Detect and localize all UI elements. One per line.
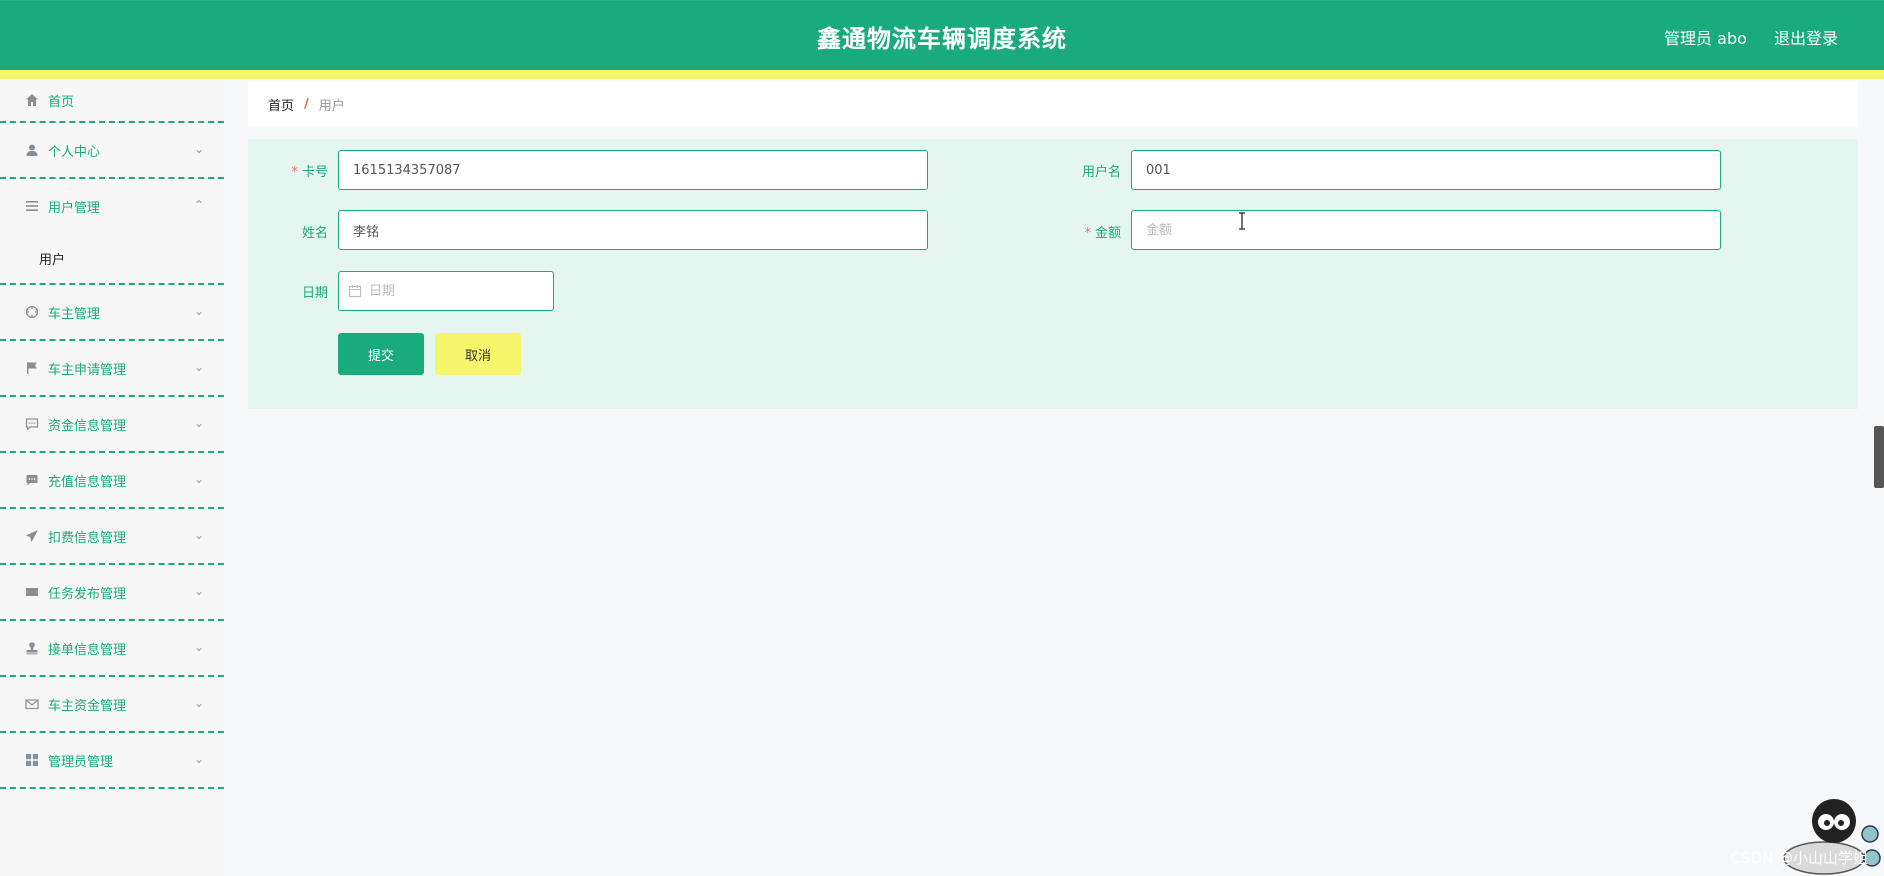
header-user-area: 管理员 abo 退出登录 (1642, 25, 1838, 49)
sidebar-item-owner-management[interactable]: 车主管理 ⌄ (0, 285, 224, 341)
chevron-down-icon: ⌄ (193, 416, 204, 430)
top-header: 鑫通物流车辆调度系统 管理员 abo 退出登录 (0, 0, 1884, 71)
chevron-down-icon: ⌄ (193, 696, 204, 710)
sidebar-group-user-management: 用户管理 ⌃ 用户 (0, 179, 224, 285)
date-field[interactable] (338, 271, 554, 311)
chevron-down-icon: ⌄ (193, 472, 204, 486)
menu-icon (24, 198, 40, 214)
watermark-text: CSDN @小山山学姐 (1730, 849, 1868, 867)
app-title: 鑫通物流车辆调度系统 (817, 25, 1067, 53)
breadcrumb: 首页 / 用户 (248, 81, 1858, 127)
page-scrollbar[interactable] (1874, 426, 1884, 488)
grid-icon (24, 752, 40, 768)
username-field[interactable] (1131, 150, 1721, 190)
chevron-down-icon: ⌄ (193, 360, 204, 374)
sidebar-item-recharge-info[interactable]: 充值信息管理 ⌄ (0, 453, 224, 509)
message-icon (24, 472, 40, 488)
card-no-label: * 卡号 (291, 165, 328, 180)
flag-icon (24, 360, 40, 376)
sidebar-item-label: 首页 (48, 94, 75, 110)
card-no-field[interactable] (338, 150, 928, 190)
cancel-button[interactable]: 取消 (435, 333, 521, 375)
ticket-icon (24, 584, 40, 600)
sidebar-item-label: 资金信息管理 (48, 418, 127, 434)
sidebar-item-owner-application[interactable]: 车主申请管理 ⌄ (0, 341, 224, 397)
breadcrumb-separator: / (304, 96, 309, 112)
stamp-icon (24, 640, 40, 656)
sidebar-item-label: 车主资金管理 (48, 698, 127, 714)
breadcrumb-current: 用户 (318, 98, 345, 114)
home-icon (24, 92, 40, 108)
chevron-down-icon: ⌄ (193, 304, 204, 318)
date-label: 日期 (301, 286, 328, 301)
sidebar-item-task-publish[interactable]: 任务发布管理 ⌄ (0, 565, 224, 621)
logout-link[interactable]: 退出登录 (1774, 29, 1838, 48)
sidebar-item-admin-management[interactable]: 管理员管理 ⌄ (0, 733, 224, 789)
name-label: 姓名 (301, 226, 328, 241)
username-label: 用户名 (1081, 165, 1121, 180)
admin-user-label[interactable]: 管理员 abo (1664, 29, 1747, 48)
header-accent-strip (0, 70, 1884, 79)
date-picker[interactable] (338, 271, 554, 311)
amount-label: * 金额 (1084, 226, 1121, 241)
sidebar-item-order-info[interactable]: 接单信息管理 ⌄ (0, 621, 224, 677)
required-marker: * (1084, 226, 1091, 241)
sidebar-item-label: 管理员管理 (48, 754, 114, 770)
breadcrumb-home[interactable]: 首页 (268, 95, 294, 114)
chevron-down-icon: ⌄ (193, 528, 204, 542)
user-icon (24, 142, 40, 158)
sidebar-item-label: 任务发布管理 (48, 586, 127, 602)
sidebar-item-user-management[interactable]: 用户管理 ⌃ (0, 179, 224, 233)
name-field[interactable] (338, 210, 928, 250)
sidebar-item-label: 车主管理 (48, 306, 101, 322)
sidebar-item-label: 车主申请管理 (48, 362, 127, 378)
sidebar-item-label: 用户管理 (48, 200, 101, 216)
sidebar-item-deduction-info[interactable]: 扣费信息管理 ⌄ (0, 509, 224, 565)
chevron-up-icon: ⌃ (193, 198, 204, 212)
text-cursor-icon (1239, 212, 1245, 230)
compass-icon (24, 304, 40, 320)
send-icon (24, 528, 40, 544)
sidebar-item-owner-fund[interactable]: 车主资金管理 ⌄ (0, 677, 224, 733)
required-marker: * (291, 165, 298, 180)
sidebar-item-profile[interactable]: 个人中心 ⌄ (0, 123, 224, 179)
sidebar-item-label: 个人中心 (48, 144, 101, 160)
chevron-down-icon: ⌄ (193, 142, 204, 156)
amount-field[interactable] (1131, 210, 1721, 250)
sidebar-item-home[interactable]: 首页 (0, 79, 224, 123)
mail-icon (24, 696, 40, 712)
chat-icon (24, 416, 40, 432)
sidebar: 首页 个人中心 ⌄ 用户管理 ⌃ 用户 车主管理 ⌄ 车主申请管理 ⌄ 资金信息… (0, 79, 224, 876)
chevron-down-icon: ⌄ (193, 752, 204, 766)
sidebar-item-fund-info[interactable]: 资金信息管理 ⌄ (0, 397, 224, 453)
sidebar-item-label: 充值信息管理 (48, 474, 127, 490)
submit-button[interactable]: 提交 (338, 333, 424, 375)
sidebar-item-label: 扣费信息管理 (48, 530, 127, 546)
chevron-down-icon: ⌄ (193, 640, 204, 654)
calendar-icon (348, 284, 362, 298)
sidebar-item-label: 接单信息管理 (48, 642, 127, 658)
sidebar-subitem-user[interactable]: 用户 (0, 233, 224, 283)
chevron-down-icon: ⌄ (193, 584, 204, 598)
user-form: *卡号 用户名 姓名 *金额 日期 提交 取消 (248, 139, 1858, 409)
